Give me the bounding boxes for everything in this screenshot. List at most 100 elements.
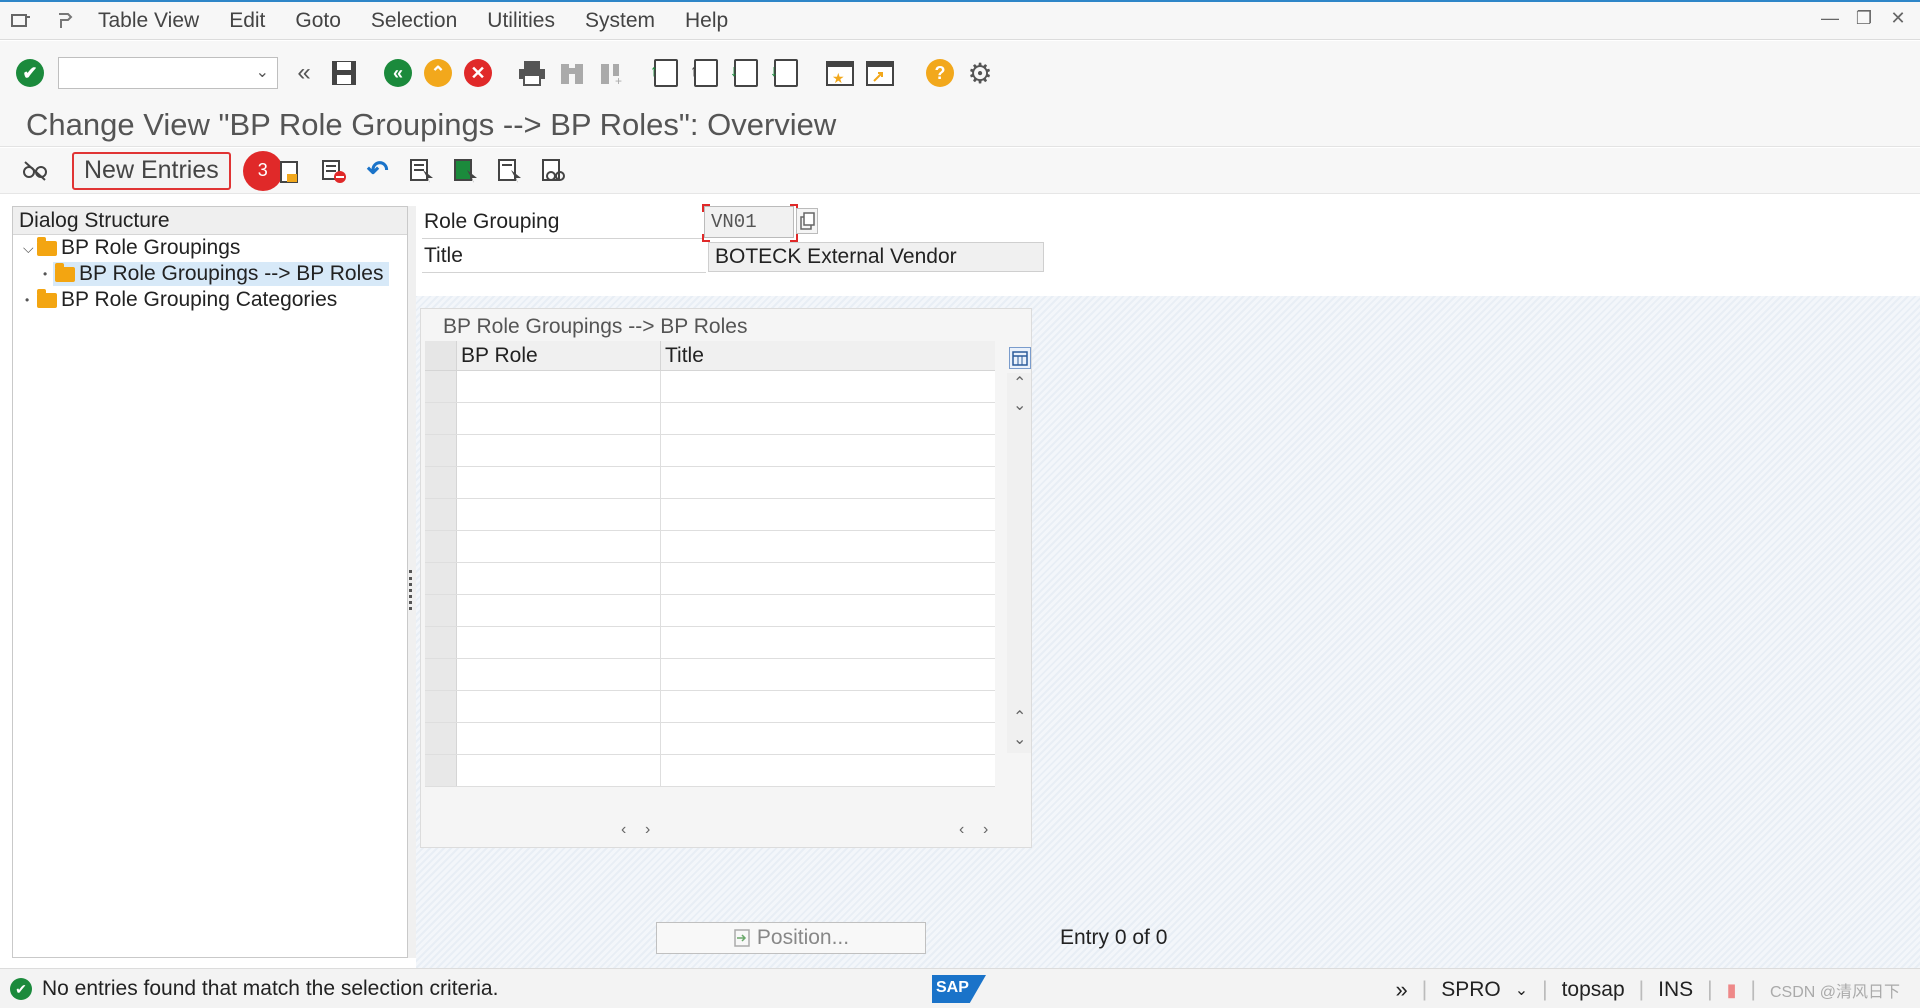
position-button[interactable]: Position... (656, 922, 926, 954)
help-button[interactable]: ? (924, 57, 956, 89)
menu-selection[interactable]: Selection (371, 9, 457, 33)
exit-button[interactable]: ⌃ (422, 57, 454, 89)
table-row[interactable] (425, 435, 995, 467)
column-header-bp-role[interactable]: BP Role (457, 341, 661, 370)
new-entries-button[interactable]: New Entries (72, 151, 231, 190)
restore-icon[interactable]: ❐ (1852, 8, 1876, 29)
system-menu-icon[interactable] (6, 6, 36, 36)
bp-role-cell[interactable] (457, 755, 661, 786)
minimize-icon[interactable]: — (1818, 8, 1842, 29)
title-cell[interactable] (661, 723, 995, 754)
find-button[interactable] (556, 57, 588, 89)
menu-utilities[interactable]: Utilities (487, 9, 555, 33)
collapse-toolbar-icon[interactable]: « (288, 57, 320, 89)
bp-role-cell[interactable] (457, 499, 661, 530)
enter-button[interactable]: ✔ (14, 57, 46, 89)
row-selector[interactable] (425, 563, 457, 594)
scroll-left-icon[interactable]: ‹ (621, 821, 626, 839)
pin-icon[interactable] (50, 6, 80, 36)
row-selector[interactable] (425, 403, 457, 434)
title-cell[interactable] (661, 595, 995, 626)
bp-role-cell[interactable] (457, 627, 661, 658)
title-cell[interactable] (661, 659, 995, 690)
next-page-button[interactable]: ↓ (730, 57, 762, 89)
undo-button[interactable]: ↶ (363, 155, 393, 186)
scroll-page-up-icon[interactable]: ⌃ (1013, 707, 1026, 727)
table-row[interactable] (425, 531, 995, 563)
table-row[interactable] (425, 467, 995, 499)
tree-expand-icon[interactable]: ⌵ (23, 240, 37, 257)
menu-system[interactable]: System (585, 9, 655, 33)
row-selector[interactable] (425, 531, 457, 562)
bp-role-cell[interactable] (457, 691, 661, 722)
command-field[interactable]: ⌄ (58, 57, 278, 89)
select-all-cell[interactable] (425, 341, 457, 370)
bp-role-cell[interactable] (457, 403, 661, 434)
save-button[interactable] (328, 57, 360, 89)
row-selector[interactable] (425, 723, 457, 754)
row-selector[interactable] (425, 691, 457, 722)
bp-role-cell[interactable] (457, 531, 661, 562)
customize-layout-button[interactable]: ⚙ (964, 57, 996, 89)
print-field-list-button[interactable] (539, 156, 569, 186)
tree-node-bp-roles[interactable]: • BP Role Groupings --> BP Roles (13, 261, 407, 287)
role-grouping-field[interactable]: VN01 (704, 206, 794, 238)
shortcut-button[interactable] (864, 57, 896, 89)
table-row[interactable] (425, 563, 995, 595)
title-cell[interactable] (661, 467, 995, 498)
scroll-right-icon[interactable]: › (645, 821, 650, 839)
table-row[interactable] (425, 755, 995, 787)
bp-role-cell[interactable] (457, 595, 661, 626)
scroll-page-down-icon[interactable]: ⌄ (1013, 729, 1026, 749)
bp-role-cell[interactable] (457, 435, 661, 466)
chevron-down-icon[interactable]: ⌄ (1515, 980, 1528, 1000)
table-row[interactable] (425, 595, 995, 627)
scroll-right-icon[interactable]: › (983, 821, 988, 839)
title-cell[interactable] (661, 531, 995, 562)
table-row[interactable] (425, 499, 995, 531)
delete-button[interactable] (319, 156, 349, 186)
bp-role-cell[interactable] (457, 467, 661, 498)
chevron-down-icon[interactable]: ⌄ (256, 62, 269, 82)
previous-page-button[interactable]: ↑ (690, 57, 722, 89)
find-next-button[interactable]: + (596, 57, 628, 89)
copy-as-button[interactable] (275, 156, 305, 186)
table-row[interactable] (425, 723, 995, 755)
bp-role-cell[interactable] (457, 563, 661, 594)
splitter-grip-icon[interactable] (409, 570, 413, 610)
row-selector[interactable] (425, 435, 457, 466)
title-cell[interactable] (661, 403, 995, 434)
scroll-left-icon[interactable]: ‹ (959, 821, 964, 839)
table-row[interactable] (425, 403, 995, 435)
last-page-button[interactable]: ↓ (770, 57, 802, 89)
tree-node-bp-role-groupings[interactable]: ⌵ BP Role Groupings (13, 235, 407, 261)
value-help-button[interactable] (796, 208, 818, 234)
back-button[interactable]: « (382, 57, 414, 89)
table-row[interactable] (425, 659, 995, 691)
title-cell[interactable] (661, 435, 995, 466)
row-selector[interactable] (425, 371, 457, 402)
table-row[interactable] (425, 691, 995, 723)
status-message[interactable]: No entries found that match the selectio… (42, 977, 498, 1001)
scroll-down-icon[interactable]: ⌄ (1013, 395, 1026, 415)
select-block-button[interactable] (451, 156, 481, 186)
title-cell[interactable] (661, 691, 995, 722)
tree-node-bp-role-grouping-categories[interactable]: • BP Role Grouping Categories (13, 287, 407, 313)
title-cell[interactable] (661, 563, 995, 594)
row-selector[interactable] (425, 659, 457, 690)
bp-role-cell[interactable] (457, 659, 661, 690)
display-change-button[interactable] (20, 156, 50, 186)
deselect-all-button[interactable] (495, 156, 525, 186)
title-cell[interactable] (661, 755, 995, 786)
cancel-button[interactable]: ✕ (462, 57, 494, 89)
menu-table-view[interactable]: Table View (98, 9, 199, 33)
bp-role-cell[interactable] (457, 371, 661, 402)
create-session-button[interactable]: ★ (824, 57, 856, 89)
title-cell[interactable] (661, 627, 995, 658)
select-all-button[interactable] (407, 156, 437, 186)
table-row[interactable] (425, 627, 995, 659)
menu-edit[interactable]: Edit (229, 9, 265, 33)
title-cell[interactable] (661, 499, 995, 530)
menu-goto[interactable]: Goto (295, 9, 341, 33)
scroll-up-icon[interactable]: ⌃ (1013, 373, 1026, 393)
